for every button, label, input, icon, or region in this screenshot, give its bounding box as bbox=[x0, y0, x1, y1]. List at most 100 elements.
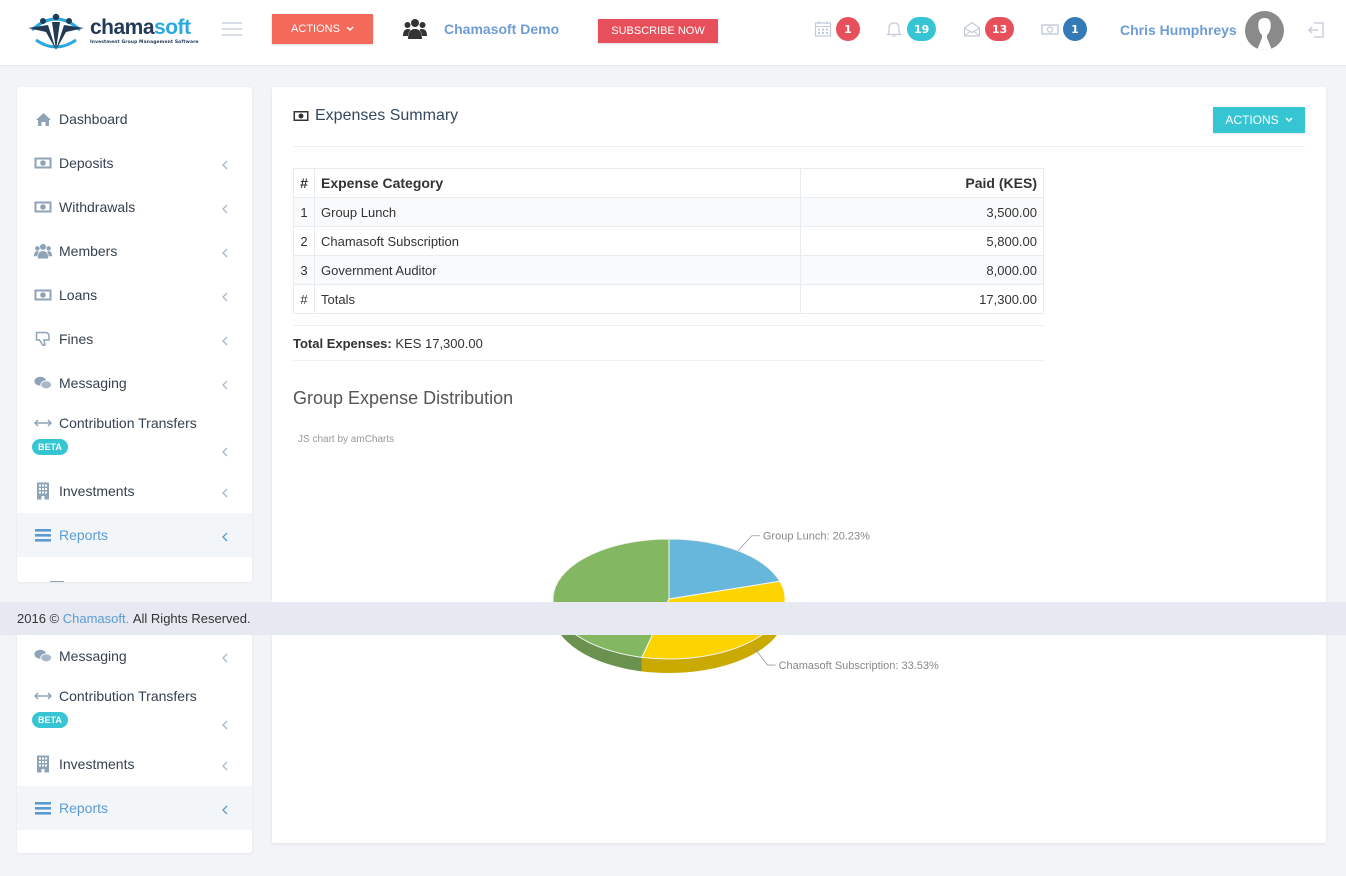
bell-icon bbox=[886, 22, 902, 37]
sidebar-item-label: Messaging bbox=[59, 375, 127, 391]
sidebar-item-contribution-transfers[interactable]: Contribution Transfers BETA bbox=[17, 678, 252, 742]
logo-word-a: chama bbox=[90, 15, 155, 39]
page-title: Expenses Summary bbox=[315, 107, 459, 124]
chevron-left-icon bbox=[222, 292, 228, 302]
row-number: 2 bbox=[293, 226, 315, 256]
divider bbox=[293, 325, 1044, 326]
group-name[interactable]: Chamasoft Demo bbox=[444, 21, 559, 37]
arrows-h-icon bbox=[34, 688, 52, 704]
row-amount: 8,000.00 bbox=[800, 255, 1044, 285]
sidebar-item-messaging[interactable]: Messaging bbox=[17, 361, 252, 405]
avatar-silhouette-icon bbox=[1257, 18, 1272, 50]
chat-icon bbox=[34, 375, 52, 391]
table-icon bbox=[50, 581, 64, 582]
column-header-category: Expense Category bbox=[314, 168, 801, 198]
sidebar-item-members[interactable]: Members bbox=[17, 229, 252, 273]
calendar-count-badge: 1 bbox=[836, 17, 860, 41]
footer-brand-link[interactable]: Chamasoft. bbox=[63, 611, 129, 626]
sidebar-subitem-contributions-summary[interactable]: Contributions Summary bbox=[17, 830, 252, 853]
table-totals-row: # Totals 17,300.00 bbox=[293, 284, 1044, 314]
sidebar-item-fines[interactable]: Fines bbox=[17, 317, 252, 361]
subscribe-now-button[interactable]: SUBSCRIBE NOW bbox=[598, 19, 718, 43]
bell-count-badge: 19 bbox=[907, 17, 937, 41]
table-header-row: # Expense Category Paid (KES) bbox=[293, 168, 1044, 198]
top-header: chamasoft Investment Group Management So… bbox=[0, 0, 1346, 66]
total-expenses: Total Expenses: KES 17,300.00 bbox=[293, 336, 483, 351]
chart-credit-link[interactable]: JS chart by amCharts bbox=[298, 434, 394, 445]
sidebar-subitem-label: Contributions Summary bbox=[72, 580, 208, 582]
sidebar-item-label: Messaging bbox=[59, 648, 127, 664]
sidebar-subitem-contributions-summary[interactable]: Contributions Summary bbox=[17, 557, 252, 582]
sidebar-item-reports[interactable]: Reports bbox=[17, 513, 252, 557]
sidebar-item-investments[interactable]: Investments bbox=[17, 742, 252, 786]
chevron-down-icon bbox=[1285, 117, 1293, 122]
bars-icon bbox=[34, 800, 52, 816]
avatar[interactable] bbox=[1245, 11, 1284, 50]
sidebar-item-withdrawals[interactable]: Withdrawals bbox=[17, 185, 252, 229]
chevron-left-icon bbox=[222, 336, 228, 346]
chevron-left-icon bbox=[222, 488, 228, 498]
row-category: Group Lunch bbox=[314, 197, 801, 227]
header-actions-label: ACTIONS bbox=[291, 23, 340, 35]
chart-title: Group Expense Distribution bbox=[293, 388, 514, 408]
divider bbox=[293, 360, 1044, 361]
logout-icon[interactable] bbox=[1307, 21, 1325, 39]
row-number: # bbox=[293, 284, 315, 314]
expenses-table: # Expense Category Paid (KES) 1 Group Lu… bbox=[293, 168, 1044, 314]
row-category: Government Auditor bbox=[314, 255, 801, 285]
chat-icon bbox=[34, 648, 52, 664]
row-amount: 3,500.00 bbox=[800, 197, 1044, 227]
sidebar-item-label: Deposits bbox=[59, 155, 114, 171]
chevron-left-icon bbox=[222, 532, 228, 542]
header-actions-button[interactable]: ACTIONS bbox=[272, 14, 373, 44]
money-icon bbox=[1041, 24, 1059, 35]
chevron-left-icon bbox=[222, 380, 228, 390]
sidebar-item-label: Reports bbox=[59, 800, 109, 816]
sidebar-item-investments[interactable]: Investments bbox=[17, 469, 252, 513]
thumbs-down-icon bbox=[34, 331, 52, 347]
users-icon bbox=[34, 243, 52, 259]
pie-slice-label: Group Lunch: 20.23% bbox=[763, 531, 870, 543]
portlet-header: Expenses Summary ACTIONS bbox=[293, 107, 1305, 147]
logo[interactable]: chamasoft Investment Group Management So… bbox=[28, 10, 199, 52]
bell-notification[interactable]: 19 bbox=[885, 17, 937, 41]
inbox-notification[interactable]: 13 bbox=[963, 17, 1015, 41]
beta-badge: BETA bbox=[32, 712, 68, 728]
menu-toggle-icon[interactable] bbox=[222, 22, 242, 36]
user-name[interactable]: Chris Humphreys bbox=[1120, 22, 1237, 38]
sidebar-item-deposits[interactable]: Deposits bbox=[17, 141, 252, 185]
chevron-left-icon bbox=[222, 653, 228, 663]
row-number: 1 bbox=[293, 197, 315, 227]
chevron-left-icon bbox=[222, 761, 228, 771]
logo-tagline: Investment Group Management Software bbox=[90, 39, 199, 45]
column-header-number: # bbox=[293, 168, 315, 198]
table-row: 3 Government Auditor 8,000.00 bbox=[293, 255, 1044, 285]
sidebar-item-reports[interactable]: Reports bbox=[17, 786, 252, 830]
sidebar-item-dashboard[interactable]: Dashboard bbox=[17, 97, 252, 141]
building-icon bbox=[34, 482, 52, 500]
table-row: 1 Group Lunch 3,500.00 bbox=[293, 197, 1044, 227]
sidebar-item-label: Investments bbox=[59, 756, 135, 772]
chevron-left-icon bbox=[222, 204, 228, 214]
sidebar-item-label: Fines bbox=[59, 331, 94, 347]
money-count-badge: 1 bbox=[1063, 17, 1087, 41]
arrows-h-icon bbox=[34, 415, 52, 431]
total-expenses-label: Total Expenses: bbox=[293, 336, 392, 351]
portlet-actions-button[interactable]: ACTIONS bbox=[1213, 107, 1305, 133]
row-category: Totals bbox=[314, 284, 801, 314]
sidebar-item-messaging[interactable]: Messaging bbox=[17, 634, 252, 678]
calendar-notification[interactable]: 1 bbox=[814, 17, 860, 41]
sidebar: Dashboard Deposits Withdrawals Members L… bbox=[17, 87, 252, 582]
inbox-count-badge: 13 bbox=[985, 17, 1015, 41]
sidebar-item-contribution-transfers[interactable]: Contribution Transfers BETA bbox=[17, 405, 252, 469]
money-icon bbox=[34, 155, 52, 171]
money-icon bbox=[293, 111, 309, 121]
money-icon bbox=[34, 287, 52, 303]
sidebar-item-label: Investments bbox=[59, 483, 135, 499]
sidebar-item-label: Loans bbox=[59, 287, 98, 303]
money-notification[interactable]: 1 bbox=[1041, 17, 1087, 41]
expense-pie-chart: Group Lunch: 20.23% Chamasoft Subscriptio… bbox=[552, 531, 939, 673]
sidebar-item-loans[interactable]: Loans bbox=[17, 273, 252, 317]
footer-year: 2016 © bbox=[17, 611, 60, 626]
column-header-paid: Paid (KES) bbox=[800, 168, 1044, 198]
